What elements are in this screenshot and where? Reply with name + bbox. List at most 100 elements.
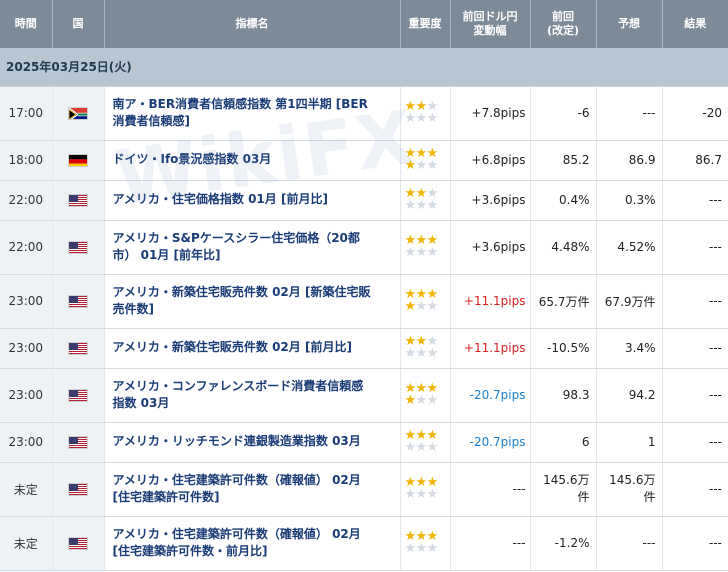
indicator-name-link[interactable]: アメリカ・住宅建築許可件数（確報値） 02月 [住宅建築許可件数・前月比] (104, 516, 401, 571)
indicator-name-line1: 南ア・BER消費者信頼感指数 第1四半期 [BER (112, 96, 368, 111)
usdjpy-move-cell: +11.1pips (450, 328, 531, 369)
importance-cell: ★ ★ ★ ★ ★ ★ (400, 180, 451, 221)
time-cell: 未定 (0, 516, 53, 571)
indicator-name-line1: アメリカ・住宅建築許可件数（確報値） 02月 (112, 526, 361, 541)
previous-value: 6 (581, 435, 590, 449)
indicator-name-link[interactable]: アメリカ・新築住宅販売件数 02月 [新築住宅販 売件数] (104, 274, 401, 329)
star-empty-icon: ★ (426, 487, 439, 502)
usdjpy-move-cell: +6.8pips (450, 140, 531, 181)
importance-stars: ★ ★ ★ ★ ★ ★ (405, 476, 446, 502)
indicator-name-link[interactable]: ドイツ・Ifo景況感指数 03月 (104, 140, 401, 181)
country-cell (52, 86, 105, 141)
time-cell: 22:00 (0, 180, 53, 221)
previous-value: 0.4% (559, 193, 590, 207)
table-row[interactable]: 18:00 ドイツ・Ifo景況感指数 03月 ★ ★ ★ ★ ★ ★ +6.8pips 85.2 8… (0, 140, 728, 181)
result-cell: --- (662, 328, 728, 369)
star-empty-icon: ★ (415, 111, 428, 126)
table-header-row: 時間 国 指標名 重要度 前回ドル円 変動幅 前回 (改定) 予想 結果 (0, 0, 728, 48)
usdjpy-move-cell: --- (450, 462, 531, 517)
forecast-value: 94.2 (628, 388, 656, 402)
star-empty-icon: ★ (426, 299, 439, 314)
forecast-value: 86.9 (628, 153, 656, 167)
star-empty-icon: ★ (415, 393, 428, 408)
column-header-importance[interactable]: 重要度 (400, 0, 451, 48)
country-cell (52, 368, 105, 423)
star-empty-icon: ★ (404, 541, 417, 556)
column-header-result[interactable]: 結果 (662, 0, 728, 48)
forecast-cell: 67.9万件 (596, 274, 663, 329)
table-row[interactable]: 23:00 アメリカ・リッチモンド連銀製造業指数 03月 ★ ★ ★ ★ ★ ★ -20.7pi… (0, 422, 728, 463)
table-row[interactable]: 未定 アメリカ・住宅建築許可件数（確報値） 02月 [住宅建築許可件数・前月比] ★ ★… (0, 516, 728, 571)
table-row[interactable]: 17:00 南ア・BER消費者信頼感指数 第1四半期 [BER 消費者信頼感] ★ ★ ★… (0, 86, 728, 141)
usdjpy-move-cell: +11.1pips (450, 274, 531, 329)
indicator-name-link[interactable]: アメリカ・住宅価格指数 01月 [前月比] (104, 180, 401, 221)
star-filled-icon: ★ (404, 393, 417, 408)
forecast-value: 0.3% (625, 193, 656, 207)
star-empty-icon: ★ (404, 346, 417, 361)
importance-cell: ★ ★ ★ ★ ★ ★ (400, 328, 451, 369)
country-cell (52, 220, 105, 275)
country-cell (52, 328, 105, 369)
forecast-cell: 94.2 (596, 368, 663, 423)
table-row[interactable]: 23:00 アメリカ・コンファレンスボード消費者信頼感 指数 03月 ★ ★ ★ ★ ★ ★ -2… (0, 368, 728, 423)
forecast-value: --- (642, 106, 656, 120)
result-cell: --- (662, 180, 728, 221)
forecast-value: 3.4% (625, 341, 656, 355)
result-cell: 86.7 (662, 140, 728, 181)
column-header-indicator[interactable]: 指標名 (104, 0, 401, 48)
time-cell: 23:00 (0, 368, 53, 423)
forecast-value: --- (642, 536, 656, 550)
result-cell: --- (662, 422, 728, 463)
column-header-country[interactable]: 国 (52, 0, 105, 48)
time-cell: 17:00 (0, 86, 53, 141)
country-cell (52, 516, 105, 571)
indicator-name-line1: アメリカ・S&Pケースシラー住宅価格（20都 (112, 230, 360, 245)
importance-stars: ★ ★ ★ ★ ★ ★ (404, 234, 446, 260)
previous-cell: 65.7万件 (530, 274, 597, 329)
previous-cell: -10.5% (530, 328, 597, 369)
forecast-cell: 86.9 (596, 140, 663, 181)
importance-cell: ★ ★ ★ ★ ★ ★ (400, 220, 451, 275)
previous-cell: 85.2 (530, 140, 597, 181)
usdjpy-move-cell: +7.8pips (450, 86, 531, 141)
forecast-cell: 145.6万件 (596, 462, 663, 517)
importance-cell: ★ ★ ★ ★ ★ ★ (400, 422, 451, 463)
column-header-previous[interactable]: 前回 (改定) (530, 0, 597, 48)
indicator-name-link[interactable]: 南ア・BER消費者信頼感指数 第1四半期 [BER 消費者信頼感] (104, 86, 401, 141)
indicator-name-link[interactable]: アメリカ・リッチモンド連銀製造業指数 03月 (104, 422, 401, 463)
result-cell: --- (662, 220, 728, 275)
indicator-name-line2: 指数 03月 (112, 396, 170, 410)
star-empty-icon: ★ (404, 198, 417, 213)
star-empty-icon: ★ (415, 346, 428, 361)
table-row[interactable]: 未定 アメリカ・住宅建築許可件数（確報値） 02月 [住宅建築許可件数] ★ ★ ★ ★ ★ ★… (0, 462, 728, 517)
table-row[interactable]: 22:00 アメリカ・住宅価格指数 01月 [前月比] ★ ★ ★ ★ ★ ★ +3.6pips… (0, 180, 728, 221)
usa-flag-icon (68, 241, 88, 254)
star-filled-icon: ★ (404, 299, 417, 314)
indicator-name-line1: ドイツ・Ifo景況感指数 03月 (112, 152, 272, 167)
importance-stars: ★ ★ ★ ★ ★ ★ (405, 100, 446, 126)
star-empty-icon: ★ (404, 245, 417, 260)
table-row[interactable]: 22:00 アメリカ・S&Pケースシラー住宅価格（20都 市） 01月 [前年比] ★… (0, 220, 728, 275)
previous-value-line2: 件 (577, 490, 590, 504)
indicator-name-link[interactable]: アメリカ・S&Pケースシラー住宅価格（20都 市） 01月 [前年比] (104, 220, 401, 275)
table-row[interactable]: 23:00 アメリカ・新築住宅販売件数 02月 [新築住宅販 売件数] ★ ★ ★ ★ ★ ★ +… (0, 274, 728, 329)
indicator-name-link[interactable]: アメリカ・住宅建築許可件数（確報値） 02月 [住宅建築許可件数] (104, 462, 401, 517)
importance-stars: ★ ★ ★ ★ ★ ★ (404, 335, 446, 361)
usdjpy-move-line2: 変動幅 (473, 24, 507, 37)
indicator-name-line1: アメリカ・コンファレンスボード消費者信頼感 (112, 378, 364, 393)
time-cell: 23:00 (0, 274, 53, 329)
column-header-time[interactable]: 時間 (0, 0, 53, 48)
column-header-usdjpy-move[interactable]: 前回ドル円 変動幅 (450, 0, 531, 48)
previous-line1: 前回 (552, 9, 574, 23)
column-header-forecast[interactable]: 予想 (596, 0, 663, 48)
indicator-name-link[interactable]: アメリカ・コンファレンスボード消費者信頼感 指数 03月 (104, 368, 401, 423)
importance-stars: ★ ★ ★ ★ ★ ★ (405, 429, 446, 454)
indicator-name-link[interactable]: アメリカ・新築住宅販売件数 02月 [前月比] (104, 328, 401, 369)
indicator-name-line1: アメリカ・リッチモンド連銀製造業指数 03月 (112, 434, 361, 449)
country-cell (52, 274, 105, 329)
table-row[interactable]: 23:00 アメリカ・新築住宅販売件数 02月 [前月比] ★ ★ ★ ★ ★ ★ +11.1p… (0, 328, 728, 369)
usa-flag-icon (68, 389, 88, 402)
star-empty-icon: ★ (426, 346, 439, 361)
previous-line2: (改定) (546, 24, 580, 37)
forecast-cell: --- (596, 516, 663, 571)
